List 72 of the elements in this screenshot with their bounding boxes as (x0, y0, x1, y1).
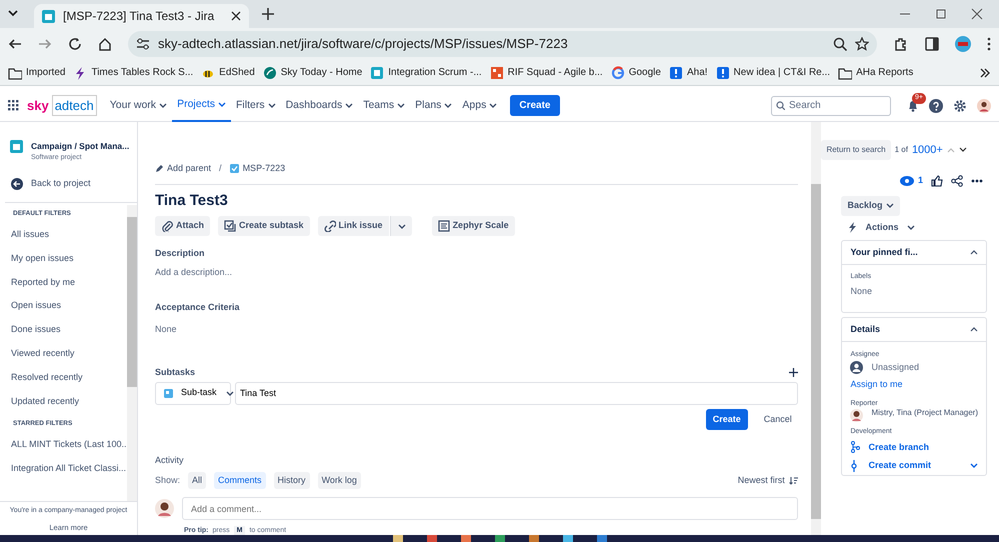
nav-menu-item[interactable]: Plans (410, 90, 458, 122)
bookmark[interactable]: EdShed (201, 65, 255, 80)
activity-filter-tab[interactable]: Work log (318, 472, 361, 489)
filter-link[interactable]: ALL MINT Tickets (Last 100... (5, 432, 127, 457)
issue-title[interactable]: Tina Test3 (155, 190, 798, 212)
nav-menu-item[interactable]: Your work (104, 90, 172, 122)
comment-field[interactable]: Add a comment... (182, 497, 798, 520)
bookmark[interactable]: Sky Today - Home (262, 65, 362, 80)
filter-link[interactable]: Resolved recently (5, 366, 127, 390)
sort-button[interactable]: Newest first (738, 474, 798, 487)
nav-menu-item[interactable]: Dashboards (280, 90, 358, 122)
action-button[interactable]: Link issue (318, 216, 389, 236)
development-link[interactable]: Create branch (850, 440, 929, 454)
cancel-button[interactable]: Cancel (764, 412, 792, 426)
filter-link[interactable]: Updated recently (5, 389, 127, 414)
nav-menu-item[interactable]: Teams (358, 90, 410, 122)
assign-to-me-link[interactable]: Assign to me (850, 378, 902, 392)
filter-link[interactable]: Open issues (5, 294, 127, 318)
field-label: Description (155, 247, 206, 260)
bookmark[interactable]: Times Tables Rock S... (73, 65, 194, 80)
activity-filter-tab[interactable]: All (188, 472, 206, 489)
actions-menu-button[interactable]: Actions (848, 220, 916, 234)
action-button[interactable]: Create subtask (218, 216, 310, 236)
nav-menu-item[interactable]: Projects (172, 90, 231, 122)
filter-link[interactable]: Done issues (5, 318, 127, 342)
action-button[interactable]: Attach (155, 216, 210, 236)
assignee-value: Unassigned (871, 360, 919, 374)
bookmark[interactable]: RIF Squad - Agile b... (490, 65, 603, 80)
description-field[interactable]: Add a description... (155, 266, 798, 279)
tab-title: [MSP-7223] Tina Test3 - Jira (63, 8, 216, 25)
action-button[interactable]: Zephyr Scale (432, 216, 515, 236)
create-button[interactable]: Create (510, 95, 560, 116)
field-value: None (850, 284, 873, 298)
activity-filter-tab[interactable]: History (274, 472, 310, 489)
nav-menu-item[interactable]: Filters (231, 90, 281, 122)
filter-link[interactable]: Integration All Ticket Classi... (5, 456, 127, 481)
field-value: None (155, 322, 178, 336)
project-name[interactable]: Campaign / Spot Mana... (31, 140, 130, 153)
bookmark[interactable]: New idea | CT&I Re... (716, 65, 830, 80)
development-link[interactable]: Create commit (850, 459, 931, 472)
result-position: 1 of (894, 144, 908, 156)
back-to-project-link[interactable]: Back to project (0, 172, 137, 196)
panel-header[interactable]: Your pinned fi... (850, 246, 918, 260)
reporter-value: Mistry, Tina (Project Manager) (871, 409, 978, 418)
filter-link[interactable]: My open issues (5, 246, 127, 270)
issue-key-link[interactable]: MSP-7223 (230, 162, 286, 176)
return-to-search-button[interactable]: Return to search (821, 140, 891, 160)
bookmark[interactable]: Imported (8, 65, 66, 80)
issue-type-select[interactable]: Sub-task (155, 382, 231, 404)
field-label: Subtasks (155, 366, 196, 379)
bookmark[interactable]: Aha! (668, 65, 708, 80)
add-parent-link[interactable]: Add parent (155, 162, 212, 176)
create-button[interactable]: Create (706, 408, 748, 430)
filter-link[interactable]: Reported by me (5, 270, 127, 294)
show-label: Show: (155, 474, 180, 486)
bookmark[interactable]: Integration Scrum -... (370, 65, 482, 80)
nav-menu-item[interactable]: Apps (457, 90, 502, 122)
activity-filter-tab[interactable]: Comments (214, 472, 266, 489)
result-total-link[interactable]: 1000+ (912, 142, 943, 158)
field-label: Acceptance Criteria (155, 301, 241, 314)
search-field[interactable]: Search (771, 96, 891, 116)
filter-link[interactable]: All issues (5, 222, 127, 247)
filter-link[interactable]: Viewed recently (5, 342, 127, 366)
browser-tab[interactable]: [MSP-7223] Tina Test3 - Jira (34, 4, 249, 28)
bookmark[interactable]: AHa Reports (838, 65, 914, 80)
watchers-button[interactable]: 1 (900, 174, 923, 188)
panel-header[interactable]: Details (850, 322, 880, 336)
subtask-input[interactable]: Tina Test (235, 382, 798, 404)
bookmark[interactable]: Google (610, 65, 661, 80)
status-dropdown[interactable]: Backlog (841, 196, 900, 216)
breadcrumb-separator: / (219, 162, 222, 175)
section-heading: Activity (155, 454, 185, 467)
